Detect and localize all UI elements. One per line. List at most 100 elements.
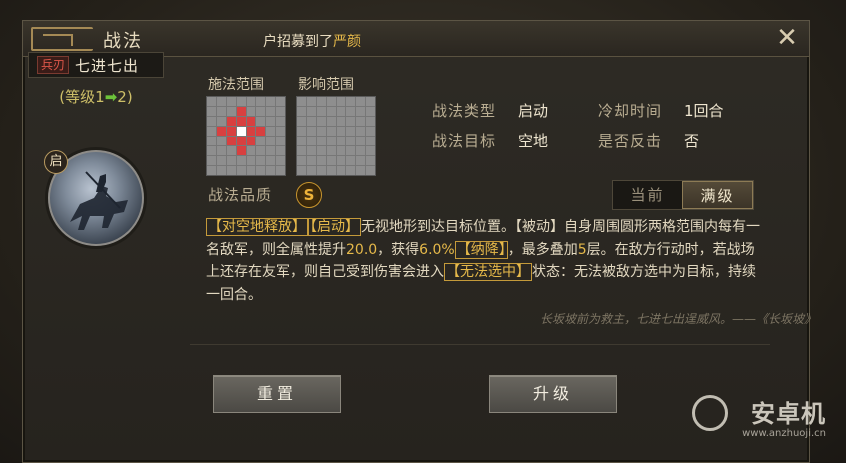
grid-cell bbox=[346, 136, 356, 146]
grid-cell bbox=[236, 126, 246, 136]
grid-cell bbox=[266, 126, 276, 136]
cast-range-label: 施法范围 bbox=[208, 77, 264, 93]
header-ornament bbox=[31, 27, 93, 51]
grid-cell bbox=[276, 126, 285, 136]
grid-cell bbox=[297, 146, 306, 156]
grid-cell bbox=[356, 146, 366, 156]
counterattack-label: 是否反击 bbox=[598, 132, 663, 150]
tab-max-level[interactable]: 满级 bbox=[682, 181, 753, 209]
grid-cell bbox=[316, 156, 326, 166]
grid-cell bbox=[207, 156, 216, 166]
grid-cell bbox=[216, 136, 226, 146]
grid-cell bbox=[236, 146, 246, 156]
grid-cell bbox=[256, 106, 266, 116]
divider bbox=[190, 344, 770, 345]
grid-cell bbox=[336, 156, 346, 166]
cast-range-grid bbox=[206, 96, 286, 176]
recruit-notice: 户招募到了严颜 bbox=[263, 31, 361, 51]
watermark-url: www.anzhuoji.cn bbox=[742, 428, 826, 439]
grid-cell bbox=[256, 126, 266, 136]
grid-cell bbox=[366, 156, 375, 166]
grid-cell bbox=[316, 136, 326, 146]
grid-cell bbox=[336, 126, 346, 136]
grid-cell bbox=[226, 106, 236, 116]
cooldown-value: 1回合 bbox=[684, 102, 724, 120]
skill-quality-label: 战法品质 bbox=[208, 186, 273, 204]
grid-cell bbox=[246, 116, 256, 126]
grid-cell bbox=[356, 126, 366, 136]
level-to: 2) bbox=[117, 88, 133, 106]
grid-cell bbox=[297, 156, 306, 166]
grid-cell bbox=[246, 136, 256, 146]
grid-cell bbox=[306, 106, 316, 116]
grid-cell bbox=[226, 166, 236, 175]
grid-cell bbox=[246, 166, 256, 175]
grid-cell bbox=[316, 106, 326, 116]
grid-cell bbox=[306, 116, 316, 126]
grid-cell bbox=[236, 166, 246, 175]
grid-cell bbox=[356, 116, 366, 126]
grid-cell bbox=[256, 97, 266, 106]
level-view-toggle: 当前 满级 bbox=[612, 180, 754, 210]
grid-cell bbox=[306, 136, 316, 146]
grid-cell bbox=[297, 97, 306, 106]
grid-cell bbox=[236, 156, 246, 166]
close-icon[interactable]: ✕ bbox=[775, 25, 799, 51]
grid-cell bbox=[256, 146, 266, 156]
grid-cell bbox=[346, 166, 356, 175]
grid-cell bbox=[226, 156, 236, 166]
grid-cell bbox=[346, 156, 356, 166]
grid-cell bbox=[226, 116, 236, 126]
grid-cell bbox=[266, 136, 276, 146]
grid-cell bbox=[216, 146, 226, 156]
grid-cell bbox=[236, 106, 246, 116]
grid-cell bbox=[326, 126, 336, 136]
effect-range-label: 影响范围 bbox=[298, 77, 354, 93]
grid-cell bbox=[336, 136, 346, 146]
grid-cell bbox=[226, 146, 236, 156]
grid-cell bbox=[316, 116, 326, 126]
dialog-title: 战法 bbox=[103, 31, 143, 52]
grid-cell bbox=[306, 126, 316, 136]
upgrade-button[interactable]: 升级 bbox=[489, 375, 617, 413]
grid-cell bbox=[246, 97, 256, 106]
grid-cell bbox=[276, 146, 285, 156]
grid-cell bbox=[326, 116, 336, 126]
grid-cell bbox=[346, 146, 356, 156]
grid-cell bbox=[207, 106, 216, 116]
grid-cell bbox=[316, 97, 326, 106]
grid-cell bbox=[276, 106, 285, 116]
grid-cell bbox=[366, 106, 375, 116]
tab-current[interactable]: 当前 bbox=[613, 181, 682, 209]
counterattack-value: 否 bbox=[684, 132, 700, 150]
grid-cell bbox=[326, 136, 336, 146]
grid-cell bbox=[316, 146, 326, 156]
grid-cell bbox=[276, 97, 285, 106]
grid-cell bbox=[207, 166, 216, 175]
grid-cell bbox=[256, 156, 266, 166]
grid-cell bbox=[316, 166, 326, 175]
grid-cell bbox=[316, 126, 326, 136]
grid-cell bbox=[266, 97, 276, 106]
grid-cell bbox=[336, 106, 346, 116]
desc-text: ，最多叠加 bbox=[507, 241, 578, 258]
reset-button[interactable]: 重置 bbox=[213, 375, 341, 413]
grid-cell bbox=[336, 166, 346, 175]
grid-cell bbox=[336, 97, 346, 106]
grid-cell bbox=[336, 116, 346, 126]
grid-cell bbox=[236, 116, 246, 126]
skill-name-badge: 兵刃 七进七出 bbox=[28, 52, 164, 78]
grid-cell bbox=[266, 106, 276, 116]
grid-cell bbox=[266, 116, 276, 126]
grid-cell bbox=[246, 106, 256, 116]
grid-cell bbox=[336, 146, 346, 156]
watermark-logo-icon bbox=[692, 395, 728, 431]
desc-text: ，获得 bbox=[377, 241, 420, 258]
desc-number: 20.0 bbox=[346, 241, 378, 258]
grid-cell bbox=[366, 116, 375, 126]
grid-cell bbox=[326, 106, 336, 116]
skill-target-value: 空地 bbox=[518, 132, 549, 150]
grid-cell bbox=[216, 97, 226, 106]
grid-cell bbox=[297, 136, 306, 146]
level-indicator: (等级1➡2) bbox=[36, 86, 156, 107]
